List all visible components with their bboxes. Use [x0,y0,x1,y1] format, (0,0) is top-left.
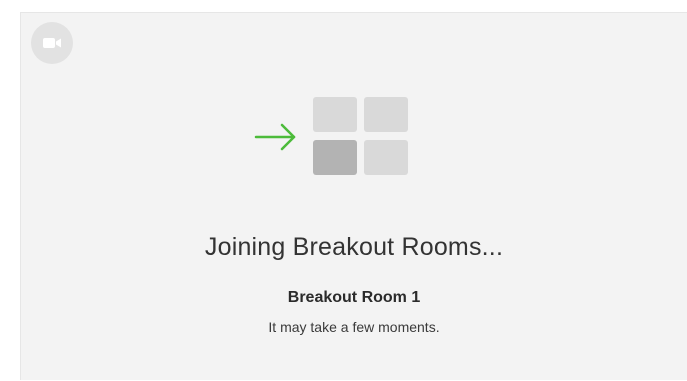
right-arrow-icon [254,123,296,151]
room-tile-top-right [364,97,408,132]
room-tile-bottom-left-active [313,140,357,175]
breakout-rooms-graphic [254,97,414,187]
video-camera-icon[interactable] [31,22,73,64]
dialog-title: Joining Breakout Rooms... [204,233,504,261]
dialog-subtitle: It may take a few moments. [268,319,440,335]
joining-breakout-rooms-dialog: Joining Breakout Rooms... Breakout Room … [20,12,687,380]
room-tile-top-left [313,97,357,132]
breakout-room-name: Breakout Room 1 [287,289,421,306]
room-tile-bottom-right [364,140,408,175]
